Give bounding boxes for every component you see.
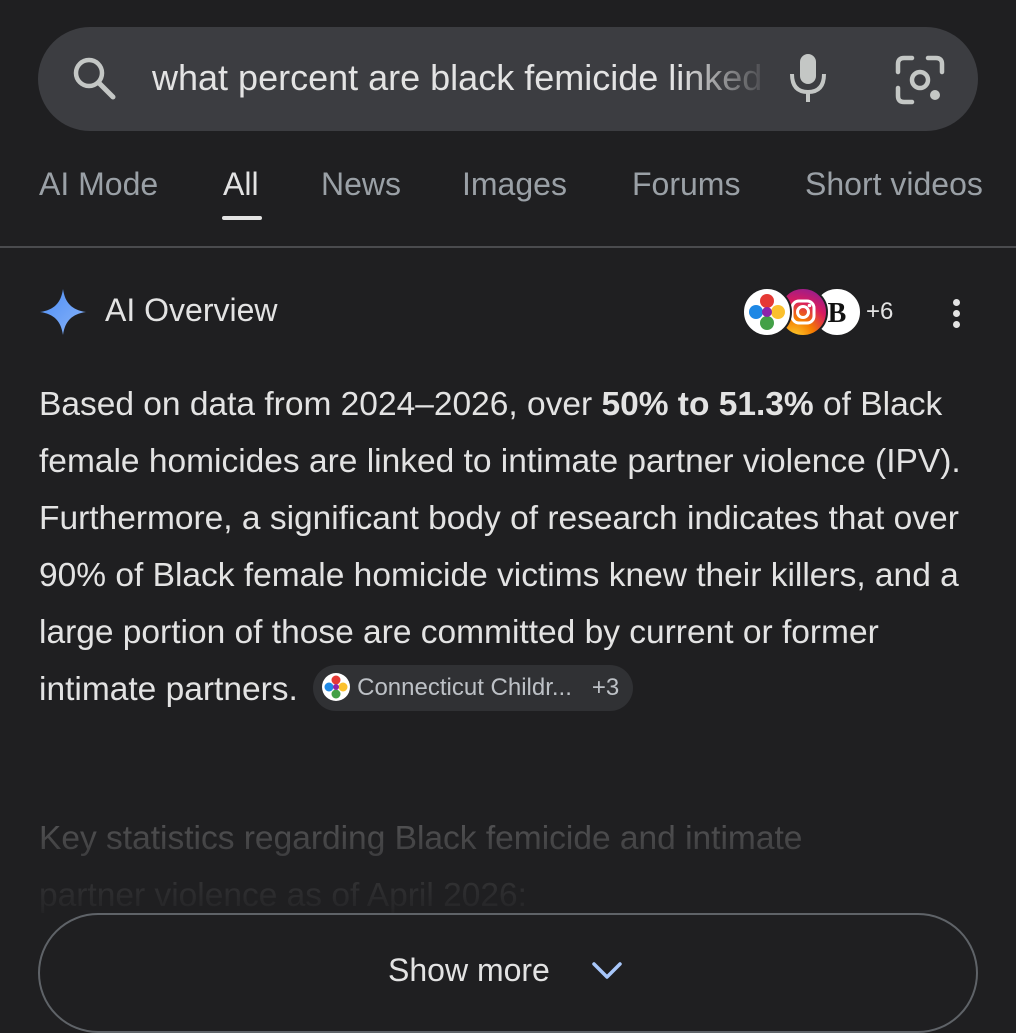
tab-all[interactable]: All: [223, 166, 259, 203]
tab-short-videos[interactable]: Short videos: [805, 166, 983, 203]
tab-ai-mode[interactable]: AI Mode: [39, 166, 158, 203]
show-more-label[interactable]: Show more: [388, 952, 550, 989]
sparkle-icon: [40, 289, 86, 335]
ai-overview-answer: Based on data from 2024–2026, over 50% t…: [39, 376, 989, 718]
faded-line-1: Key statistics regarding Black femicide …: [39, 820, 803, 857]
ai-overview-title: AI Overview: [105, 292, 278, 328]
chevron-down-icon[interactable]: [590, 958, 624, 984]
answer-text-1: Based on data from 2024–2026, over: [39, 386, 602, 423]
active-tab-indicator: [222, 216, 262, 220]
faded-preview-text: Key statistics regarding Black femicide …: [39, 810, 989, 924]
answer-highlight: 50% to 51.3%: [601, 386, 814, 423]
tab-forums[interactable]: Forums: [632, 166, 740, 203]
citation-extra-count: +3: [591, 674, 620, 702]
search-input[interactable]: what percent are black femicide linked t…: [152, 48, 772, 108]
google-lens-icon[interactable]: [894, 54, 946, 106]
search-tabs: AI Mode All News Images Forums Short vid…: [0, 160, 1016, 248]
citation-chip[interactable]: Connecticut Childr... +3: [313, 665, 634, 712]
citation-label: Connecticut Childr...: [357, 674, 572, 702]
tab-images[interactable]: Images: [462, 166, 567, 203]
more-options-icon[interactable]: [944, 296, 968, 336]
tab-news[interactable]: News: [321, 166, 401, 203]
multicolor-logo-icon: [322, 672, 351, 701]
multicolor-logo-icon: [742, 287, 792, 337]
sources-extra-count[interactable]: +6: [866, 298, 893, 326]
search-icon[interactable]: [70, 54, 118, 102]
source-avatars[interactable]: B: [742, 287, 862, 337]
mic-icon[interactable]: [786, 52, 830, 104]
svg-text:B: B: [828, 298, 847, 329]
answer-text-2: of Black female homicides are linked to …: [39, 386, 961, 708]
